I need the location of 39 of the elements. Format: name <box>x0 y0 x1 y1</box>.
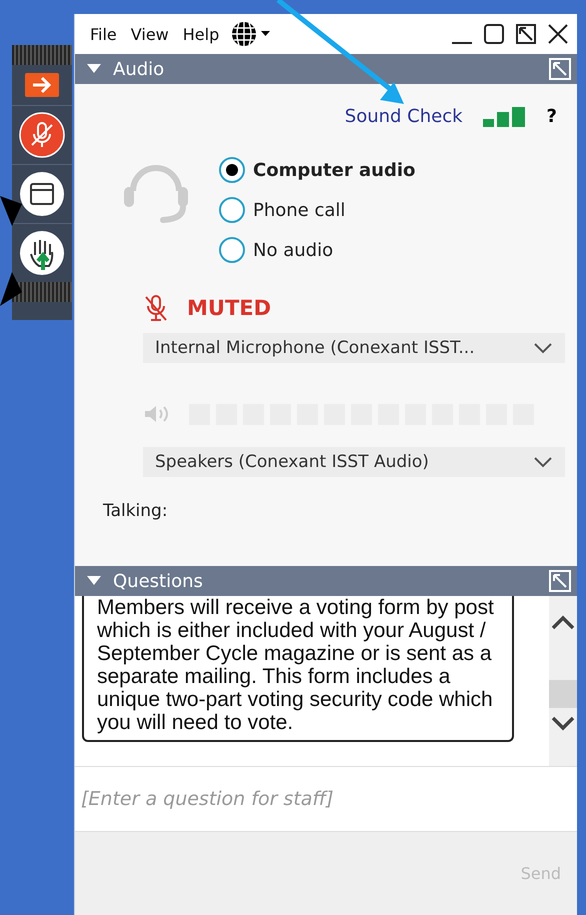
microphone-off-icon[interactable] <box>143 294 169 322</box>
signal-bars-icon <box>482 106 527 126</box>
scroll-thumb[interactable] <box>549 680 577 708</box>
speaker-dropdown[interactable]: Speakers (Conexant ISST Audio) <box>143 447 565 477</box>
radio-button[interactable] <box>219 157 245 183</box>
muted-status: MUTED <box>187 296 272 320</box>
menu-item[interactable]: Help <box>178 22 224 46</box>
raise-hand-icon[interactable] <box>19 230 65 276</box>
question-input-field[interactable]: [Enter a question for staff] <box>75 767 577 832</box>
microphone-dropdown[interactable]: Internal Microphone (Conexant ISST... <box>143 333 565 363</box>
grip-handle[interactable] <box>12 45 72 65</box>
message-text: Members will receive a voting form by post which is either included with your August / September Cycle magazine or is sent as a separate mailing. This form includes a unique two-part voting security code which you will need to vote. <box>97 596 495 734</box>
grip-handle[interactable] <box>12 282 72 302</box>
close-icon[interactable] <box>547 23 569 45</box>
sound-check-link[interactable]: Sound Check <box>344 106 463 127</box>
section-header[interactable]: Audio <box>75 54 577 84</box>
menu-item[interactable]: File <box>85 22 122 46</box>
window-icon[interactable] <box>19 171 65 217</box>
radio-label[interactable]: Phone call <box>253 200 346 220</box>
chevron-down-icon[interactable] <box>533 456 553 468</box>
collapse-triangle-icon[interactable] <box>87 576 101 586</box>
scroll-down-icon[interactable] <box>551 716 575 732</box>
radio-button[interactable] <box>219 197 245 223</box>
talking-label: Talking: <box>103 501 169 521</box>
radio-label[interactable]: Computer audio <box>253 160 416 180</box>
menu-item[interactable]: View <box>126 22 174 46</box>
section-title: Questions <box>113 570 203 592</box>
maximize-icon[interactable] <box>483 23 505 45</box>
section-title: Audio <box>113 58 164 80</box>
section-header[interactable]: Questions <box>75 566 577 596</box>
popout-icon[interactable] <box>515 23 537 45</box>
radio-label[interactable]: No audio <box>253 240 334 260</box>
help-link[interactable]: ? <box>546 106 557 127</box>
microphone-off-icon[interactable] <box>19 112 65 158</box>
collapse-triangle-icon[interactable] <box>87 64 101 74</box>
radio-button[interactable] <box>219 237 245 263</box>
scroll-up-icon[interactable] <box>551 614 575 630</box>
chevron-down-icon[interactable] <box>533 342 553 354</box>
scrollbar[interactable] <box>549 596 577 766</box>
